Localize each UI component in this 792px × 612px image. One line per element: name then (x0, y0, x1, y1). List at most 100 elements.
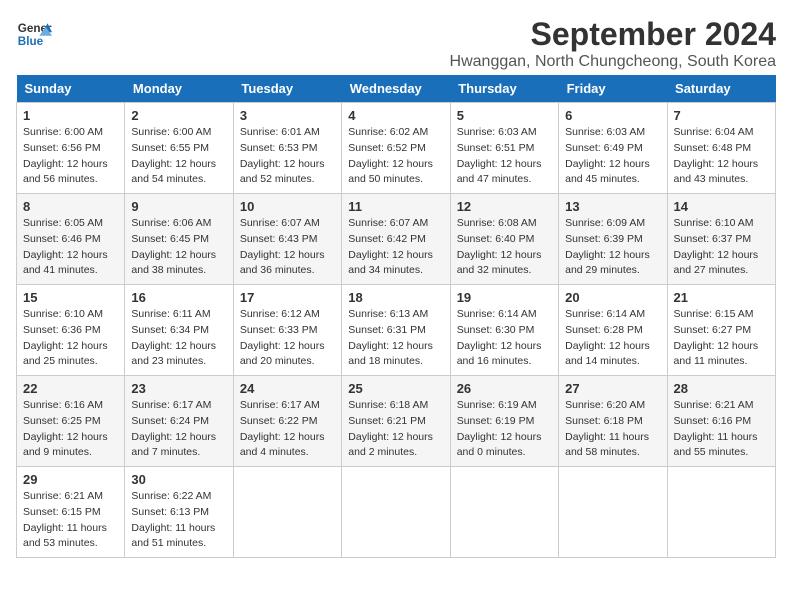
location-title: Hwanggan, North Chungcheong, South Korea (450, 53, 776, 71)
day-info: Sunrise: 6:15 AMSunset: 6:27 PMDaylight:… (674, 308, 759, 367)
day-cell: 16 Sunrise: 6:11 AMSunset: 6:34 PMDaylig… (125, 285, 233, 376)
day-number: 9 (131, 199, 226, 214)
day-info: Sunrise: 6:01 AMSunset: 6:53 PMDaylight:… (240, 126, 325, 185)
week-row-2: 8 Sunrise: 6:05 AMSunset: 6:46 PMDayligh… (17, 194, 776, 285)
day-info: Sunrise: 6:19 AMSunset: 6:19 PMDaylight:… (457, 399, 542, 458)
day-number: 14 (674, 199, 769, 214)
svg-text:Blue: Blue (18, 35, 44, 48)
day-cell: 12 Sunrise: 6:08 AMSunset: 6:40 PMDaylig… (450, 194, 558, 285)
day-number: 21 (674, 290, 769, 305)
day-cell: 5 Sunrise: 6:03 AMSunset: 6:51 PMDayligh… (450, 103, 558, 194)
day-number: 25 (348, 381, 443, 396)
day-number: 3 (240, 108, 335, 123)
day-cell: 18 Sunrise: 6:13 AMSunset: 6:31 PMDaylig… (342, 285, 450, 376)
day-cell (667, 467, 775, 558)
day-number: 4 (348, 108, 443, 123)
day-number: 24 (240, 381, 335, 396)
day-number: 23 (131, 381, 226, 396)
day-number: 2 (131, 108, 226, 123)
weekday-header-row: SundayMondayTuesdayWednesdayThursdayFrid… (17, 75, 776, 103)
day-info: Sunrise: 6:09 AMSunset: 6:39 PMDaylight:… (565, 217, 650, 276)
weekday-wednesday: Wednesday (342, 75, 450, 103)
day-info: Sunrise: 6:14 AMSunset: 6:28 PMDaylight:… (565, 308, 650, 367)
day-info: Sunrise: 6:00 AMSunset: 6:55 PMDaylight:… (131, 126, 216, 185)
day-number: 13 (565, 199, 660, 214)
day-info: Sunrise: 6:03 AMSunset: 6:49 PMDaylight:… (565, 126, 650, 185)
day-info: Sunrise: 6:10 AMSunset: 6:36 PMDaylight:… (23, 308, 108, 367)
weekday-saturday: Saturday (667, 75, 775, 103)
day-cell: 9 Sunrise: 6:06 AMSunset: 6:45 PMDayligh… (125, 194, 233, 285)
day-number: 15 (23, 290, 118, 305)
day-number: 6 (565, 108, 660, 123)
day-cell: 17 Sunrise: 6:12 AMSunset: 6:33 PMDaylig… (233, 285, 341, 376)
day-cell: 3 Sunrise: 6:01 AMSunset: 6:53 PMDayligh… (233, 103, 341, 194)
day-number: 19 (457, 290, 552, 305)
day-info: Sunrise: 6:13 AMSunset: 6:31 PMDaylight:… (348, 308, 433, 367)
day-number: 17 (240, 290, 335, 305)
week-row-4: 22 Sunrise: 6:16 AMSunset: 6:25 PMDaylig… (17, 376, 776, 467)
day-number: 8 (23, 199, 118, 214)
day-cell: 22 Sunrise: 6:16 AMSunset: 6:25 PMDaylig… (17, 376, 125, 467)
day-cell: 21 Sunrise: 6:15 AMSunset: 6:27 PMDaylig… (667, 285, 775, 376)
day-number: 7 (674, 108, 769, 123)
day-number: 12 (457, 199, 552, 214)
day-info: Sunrise: 6:03 AMSunset: 6:51 PMDaylight:… (457, 126, 542, 185)
day-info: Sunrise: 6:06 AMSunset: 6:45 PMDaylight:… (131, 217, 216, 276)
day-number: 20 (565, 290, 660, 305)
day-info: Sunrise: 6:21 AMSunset: 6:16 PMDaylight:… (674, 399, 758, 458)
month-title: September 2024 (450, 16, 776, 53)
day-cell: 8 Sunrise: 6:05 AMSunset: 6:46 PMDayligh… (17, 194, 125, 285)
day-cell: 13 Sunrise: 6:09 AMSunset: 6:39 PMDaylig… (559, 194, 667, 285)
day-info: Sunrise: 6:08 AMSunset: 6:40 PMDaylight:… (457, 217, 542, 276)
day-info: Sunrise: 6:11 AMSunset: 6:34 PMDaylight:… (131, 308, 216, 367)
week-row-1: 1 Sunrise: 6:00 AMSunset: 6:56 PMDayligh… (17, 103, 776, 194)
day-number: 26 (457, 381, 552, 396)
day-cell: 2 Sunrise: 6:00 AMSunset: 6:55 PMDayligh… (125, 103, 233, 194)
weekday-monday: Monday (125, 75, 233, 103)
day-info: Sunrise: 6:02 AMSunset: 6:52 PMDaylight:… (348, 126, 433, 185)
day-number: 29 (23, 472, 118, 487)
logo: General Blue (16, 16, 52, 52)
day-info: Sunrise: 6:05 AMSunset: 6:46 PMDaylight:… (23, 217, 108, 276)
day-info: Sunrise: 6:20 AMSunset: 6:18 PMDaylight:… (565, 399, 649, 458)
day-number: 18 (348, 290, 443, 305)
day-cell: 20 Sunrise: 6:14 AMSunset: 6:28 PMDaylig… (559, 285, 667, 376)
logo-icon: General Blue (16, 16, 52, 52)
day-info: Sunrise: 6:18 AMSunset: 6:21 PMDaylight:… (348, 399, 433, 458)
day-cell: 14 Sunrise: 6:10 AMSunset: 6:37 PMDaylig… (667, 194, 775, 285)
day-cell: 10 Sunrise: 6:07 AMSunset: 6:43 PMDaylig… (233, 194, 341, 285)
day-info: Sunrise: 6:17 AMSunset: 6:22 PMDaylight:… (240, 399, 325, 458)
day-info: Sunrise: 6:00 AMSunset: 6:56 PMDaylight:… (23, 126, 108, 185)
day-info: Sunrise: 6:17 AMSunset: 6:24 PMDaylight:… (131, 399, 216, 458)
day-cell: 26 Sunrise: 6:19 AMSunset: 6:19 PMDaylig… (450, 376, 558, 467)
day-info: Sunrise: 6:07 AMSunset: 6:42 PMDaylight:… (348, 217, 433, 276)
day-number: 16 (131, 290, 226, 305)
day-number: 5 (457, 108, 552, 123)
header: General Blue September 2024 Hwanggan, No… (16, 16, 776, 71)
day-cell (342, 467, 450, 558)
day-cell: 25 Sunrise: 6:18 AMSunset: 6:21 PMDaylig… (342, 376, 450, 467)
day-info: Sunrise: 6:04 AMSunset: 6:48 PMDaylight:… (674, 126, 759, 185)
day-cell: 6 Sunrise: 6:03 AMSunset: 6:49 PMDayligh… (559, 103, 667, 194)
day-number: 28 (674, 381, 769, 396)
week-row-5: 29 Sunrise: 6:21 AMSunset: 6:15 PMDaylig… (17, 467, 776, 558)
day-info: Sunrise: 6:21 AMSunset: 6:15 PMDaylight:… (23, 490, 107, 549)
day-info: Sunrise: 6:16 AMSunset: 6:25 PMDaylight:… (23, 399, 108, 458)
day-cell: 29 Sunrise: 6:21 AMSunset: 6:15 PMDaylig… (17, 467, 125, 558)
day-cell: 24 Sunrise: 6:17 AMSunset: 6:22 PMDaylig… (233, 376, 341, 467)
day-cell: 30 Sunrise: 6:22 AMSunset: 6:13 PMDaylig… (125, 467, 233, 558)
day-cell: 19 Sunrise: 6:14 AMSunset: 6:30 PMDaylig… (450, 285, 558, 376)
week-row-3: 15 Sunrise: 6:10 AMSunset: 6:36 PMDaylig… (17, 285, 776, 376)
weekday-thursday: Thursday (450, 75, 558, 103)
day-number: 27 (565, 381, 660, 396)
day-info: Sunrise: 6:22 AMSunset: 6:13 PMDaylight:… (131, 490, 215, 549)
weekday-sunday: Sunday (17, 75, 125, 103)
day-cell: 23 Sunrise: 6:17 AMSunset: 6:24 PMDaylig… (125, 376, 233, 467)
day-number: 11 (348, 199, 443, 214)
weekday-tuesday: Tuesday (233, 75, 341, 103)
day-info: Sunrise: 6:12 AMSunset: 6:33 PMDaylight:… (240, 308, 325, 367)
day-number: 22 (23, 381, 118, 396)
calendar-body: 1 Sunrise: 6:00 AMSunset: 6:56 PMDayligh… (17, 103, 776, 558)
day-cell (450, 467, 558, 558)
day-cell: 7 Sunrise: 6:04 AMSunset: 6:48 PMDayligh… (667, 103, 775, 194)
